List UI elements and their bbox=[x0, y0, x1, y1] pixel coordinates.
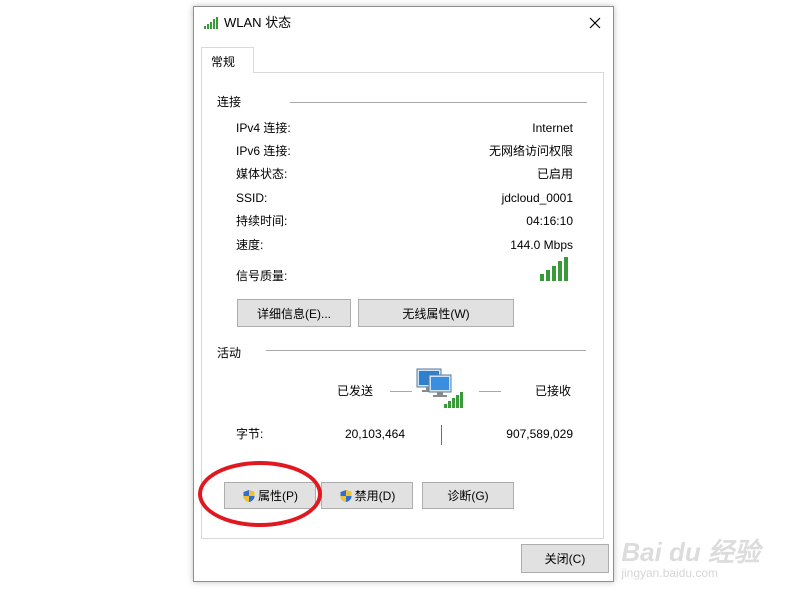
baidu-jingyan-watermark: Bai du 经验 jingyan.baidu.com bbox=[621, 538, 760, 580]
close-icon bbox=[589, 17, 601, 29]
wlan-signal-icon bbox=[204, 17, 218, 29]
connection-divider bbox=[290, 102, 587, 103]
wireless-properties-button[interactable]: 无线属性(W) bbox=[358, 299, 514, 327]
watermark-brand: Bai du 经验 bbox=[621, 537, 760, 567]
media-state-label: 媒体状态: bbox=[236, 167, 288, 181]
ipv4-value: Internet bbox=[532, 121, 573, 135]
close-window-button[interactable] bbox=[577, 7, 613, 39]
speed-label: 速度: bbox=[236, 238, 264, 252]
sent-connector-line bbox=[390, 391, 412, 392]
media-state-value: 已启用 bbox=[536, 167, 573, 181]
window-title: WLAN 状态 bbox=[224, 15, 292, 30]
properties-button-label: 属性(P) bbox=[258, 489, 298, 503]
connection-heading: 连接 bbox=[217, 95, 242, 109]
ipv6-label: IPv6 连接: bbox=[236, 144, 291, 158]
sent-label: 已发送 bbox=[337, 384, 374, 398]
disable-button[interactable]: 禁用(D) bbox=[321, 482, 413, 509]
signal-strength-icon bbox=[540, 257, 568, 281]
network-computers-icon bbox=[416, 368, 463, 408]
properties-button[interactable]: 属性(P) bbox=[224, 482, 316, 509]
tab-general[interactable]: 常规 bbox=[201, 47, 254, 73]
ipv4-label: IPv4 连接: bbox=[236, 121, 291, 135]
uac-shield-icon bbox=[340, 489, 352, 502]
activity-divider bbox=[266, 350, 586, 351]
duration-label: 持续时间: bbox=[236, 214, 288, 228]
ssid-label: SSID: bbox=[236, 191, 268, 205]
speed-value: 144.0 Mbps bbox=[510, 238, 573, 252]
diagnose-button[interactable]: 诊断(G) bbox=[422, 482, 514, 509]
activity-heading: 活动 bbox=[217, 346, 242, 360]
bytes-received-value: 907,589,029 bbox=[506, 427, 573, 441]
uac-shield-icon bbox=[243, 489, 255, 502]
signal-quality-label: 信号质量: bbox=[236, 269, 288, 283]
ssid-value: jdcloud_0001 bbox=[501, 191, 573, 205]
wlan-status-dialog: WLAN 状态 常规 连接 IPv4 连接: Internet IPv6 连接:… bbox=[193, 6, 614, 582]
duration-value: 04:16:10 bbox=[526, 214, 573, 228]
received-connector-line bbox=[479, 391, 501, 392]
close-button[interactable]: 关闭(C) bbox=[521, 544, 609, 573]
bytes-separator bbox=[441, 425, 442, 445]
bytes-sent-value: 20,103,464 bbox=[344, 427, 405, 441]
watermark-url: jingyan.baidu.com bbox=[621, 566, 719, 580]
bytes-label: 字节: bbox=[236, 427, 264, 441]
ipv6-value: 无网络访问权限 bbox=[488, 144, 573, 158]
title-bar: WLAN 状态 bbox=[194, 7, 613, 39]
details-button[interactable]: 详细信息(E)... bbox=[237, 299, 351, 327]
disable-button-label: 禁用(D) bbox=[354, 489, 396, 503]
received-label: 已接收 bbox=[535, 384, 572, 398]
